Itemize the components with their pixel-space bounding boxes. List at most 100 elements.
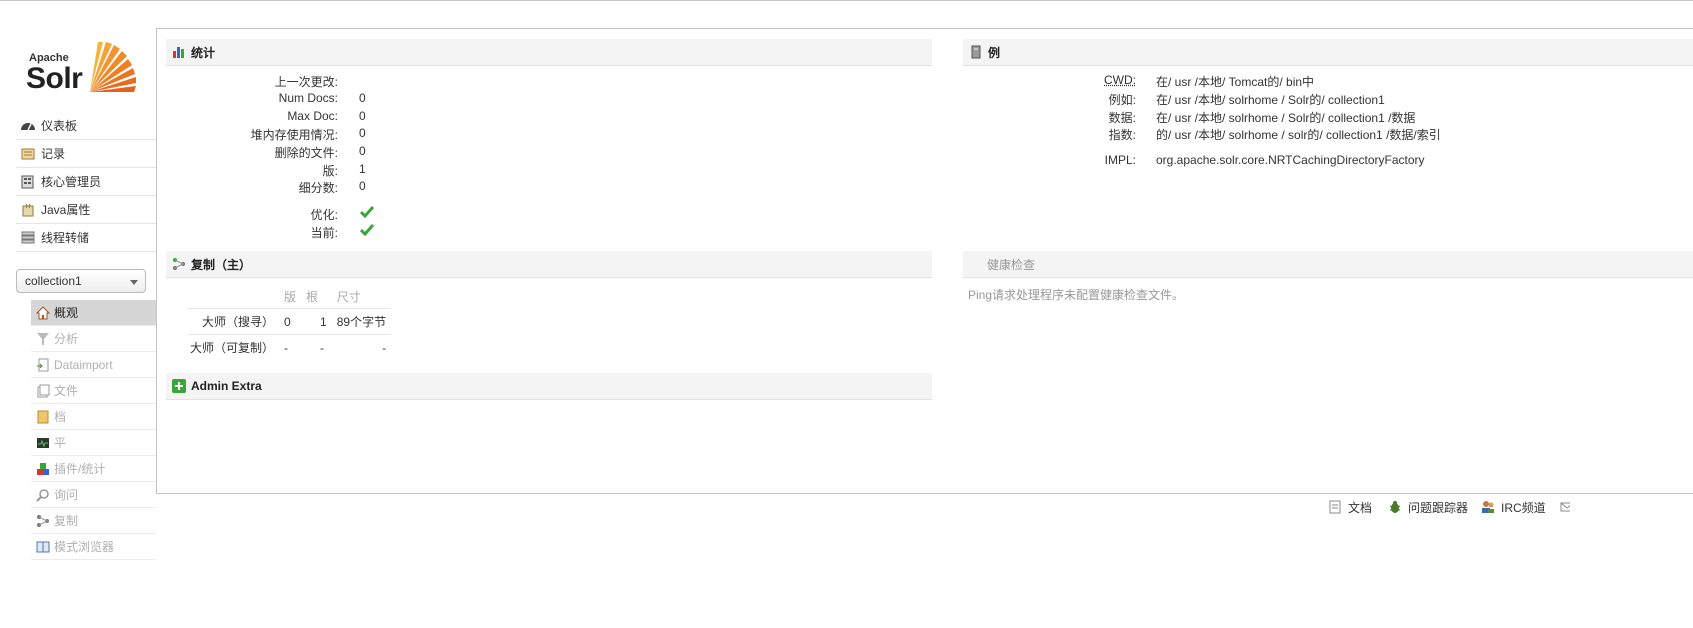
nav-item-label: 仪表板 — [41, 119, 78, 133]
core-nav-dataimport[interactable]: Dataimport — [31, 352, 156, 378]
plugins-icon — [36, 462, 50, 476]
footer-link-mail[interactable] — [1560, 498, 1570, 516]
footer-link-irc[interactable]: IRC频道 — [1481, 498, 1546, 516]
core-nav-label: 模式浏览器 — [54, 540, 115, 554]
solr-sun-icon — [90, 42, 136, 92]
java-properties-icon — [20, 203, 36, 217]
plus-icon — [172, 379, 186, 393]
table-cell: 0 — [279, 308, 302, 335]
nav-item-java-properties[interactable]: Java属性 — [16, 196, 156, 224]
core-nav-label: 平 — [54, 436, 67, 450]
nav-item-label: 记录 — [41, 147, 66, 161]
mail-icon — [1560, 500, 1570, 514]
core-nav-query[interactable]: 询问 — [31, 482, 156, 508]
footer-link-label: IRC频道 — [1501, 500, 1546, 515]
table-cell: 大师（可复制） — [188, 334, 280, 361]
nav-item-logging[interactable]: 记录 — [16, 140, 156, 168]
nav-item-label: 线程转储 — [41, 231, 90, 245]
stat-label: Num Docs: — [278, 91, 338, 105]
statistics-header: 统计 — [166, 39, 932, 66]
home-icon — [35, 305, 51, 320]
table-header-row: 版 根 尺寸 — [188, 285, 391, 309]
nav-item-label: 核心管理员 — [41, 175, 102, 189]
instance-value: 的/ usr /本地/ solrhome / solr的/ collection… — [1156, 128, 1441, 142]
table-cell: - — [301, 334, 332, 361]
optimized-label: 优化: — [310, 208, 338, 222]
table-cell: - — [279, 334, 302, 361]
nav-item-thread-dump[interactable]: 线程转储 — [16, 224, 156, 252]
impl-value: org.apache.solr.core.NRTCachingDirectory… — [1156, 153, 1425, 167]
footer-link-documentation[interactable]: 文档 — [1328, 498, 1372, 516]
instance-header: 例 — [963, 39, 1693, 66]
core-nav-ping[interactable]: 平 — [31, 430, 156, 456]
chevron-down-icon — [130, 280, 138, 285]
statistics-title: 统计 — [191, 45, 216, 60]
core-admin-icon — [20, 175, 36, 189]
irc-users-icon — [1481, 500, 1495, 514]
ping-icon — [36, 436, 50, 450]
nav-item-label: Java属性 — [41, 203, 91, 217]
instance-value: 在/ usr /本地/ Tomcat的/ bin中 — [1156, 75, 1315, 89]
nav-item-core-admin[interactable]: 核心管理员 — [16, 168, 156, 196]
logging-icon — [20, 147, 36, 161]
table-row: 大师（搜寻） 0 1 89个字节 — [188, 308, 392, 335]
instance-value: 在/ usr /本地/ solrhome / Solr的/ collection… — [1156, 111, 1416, 125]
core-nav-label: Dataimport — [54, 357, 113, 372]
core-nav-plugins[interactable]: 插件/统计 — [31, 456, 156, 482]
dashboard-icon — [20, 119, 36, 133]
query-icon — [36, 488, 50, 502]
files-icon — [36, 384, 50, 398]
server-icon — [969, 45, 983, 59]
core-selector-value: collection1 — [25, 274, 82, 288]
stat-label: 删除的文件: — [274, 146, 338, 160]
stat-label: 细分数: — [298, 181, 338, 195]
footer-link-label: 文档 — [1348, 500, 1373, 515]
table-cell: 大师（搜寻） — [188, 308, 280, 335]
stat-label: Max Doc: — [287, 109, 338, 123]
core-nav-files[interactable]: 文件 — [31, 378, 156, 404]
thread-dump-icon — [20, 231, 36, 245]
analysis-icon — [36, 332, 50, 346]
nav-item-dashboard[interactable]: 仪表板 — [16, 112, 156, 140]
replication-title: 复制（主） — [191, 257, 252, 272]
top-border — [0, 0, 1693, 1]
core-nav-overview[interactable]: 概观 — [31, 300, 156, 326]
core-nav-replication[interactable]: 复制 — [31, 508, 156, 534]
dataimport-icon — [36, 358, 50, 372]
core-nav-analysis[interactable]: 分析 — [31, 326, 156, 352]
core-nav-label: 复制 — [54, 514, 79, 528]
main-nav: 仪表板 记录 核心管理员 Java属性 线程转储 — [16, 112, 156, 252]
replication-table: 版 根 尺寸 大师（搜寻） 0 1 89个字节 大师（可复制） - - - — [188, 285, 392, 361]
check-icon — [360, 206, 374, 218]
solr-logo[interactable]: Apache Solr — [26, 38, 138, 96]
stat-value: 0 — [359, 126, 366, 140]
impl-label: IMPL: — [1104, 153, 1136, 167]
core-nav-label: 分析 — [54, 332, 79, 346]
healthcheck-header: 健康检查 — [963, 251, 1693, 278]
stat-value: 0 — [359, 144, 366, 158]
documents-icon — [36, 410, 50, 424]
healthcheck-message: Ping请求处理程序未配置健康检查文件。 — [968, 288, 1185, 302]
schema-browser-icon — [36, 540, 50, 554]
logo-solr-text: Solr — [26, 62, 83, 95]
document-icon — [1328, 500, 1342, 514]
column-header: 尺寸 — [336, 290, 361, 304]
stat-label: 版: — [322, 164, 338, 178]
column-header — [188, 285, 279, 309]
admin-extra-title: Admin Extra — [191, 379, 262, 393]
core-nav-documents[interactable]: 档 — [31, 404, 156, 430]
footer-link-issue-tracker[interactable]: 问题跟踪器 — [1388, 498, 1468, 516]
stat-value: 0 — [359, 179, 366, 193]
instance-label: 数据: — [1108, 111, 1136, 125]
admin-extra-header[interactable]: Admin Extra — [166, 373, 932, 400]
stat-value: 0 — [359, 91, 366, 105]
core-nav-label: 文件 — [54, 384, 79, 398]
core-selector[interactable]: collection1 — [16, 269, 146, 293]
table-cell: 1 — [301, 308, 332, 335]
stat-value: 1 — [359, 162, 366, 176]
core-nav-label: 概观 — [54, 306, 79, 320]
bug-icon — [1388, 500, 1402, 514]
bar-chart-icon — [172, 45, 186, 59]
table-cell: 89个字节 — [331, 308, 392, 335]
core-nav-schema-browser[interactable]: 模式浏览器 — [31, 534, 156, 560]
